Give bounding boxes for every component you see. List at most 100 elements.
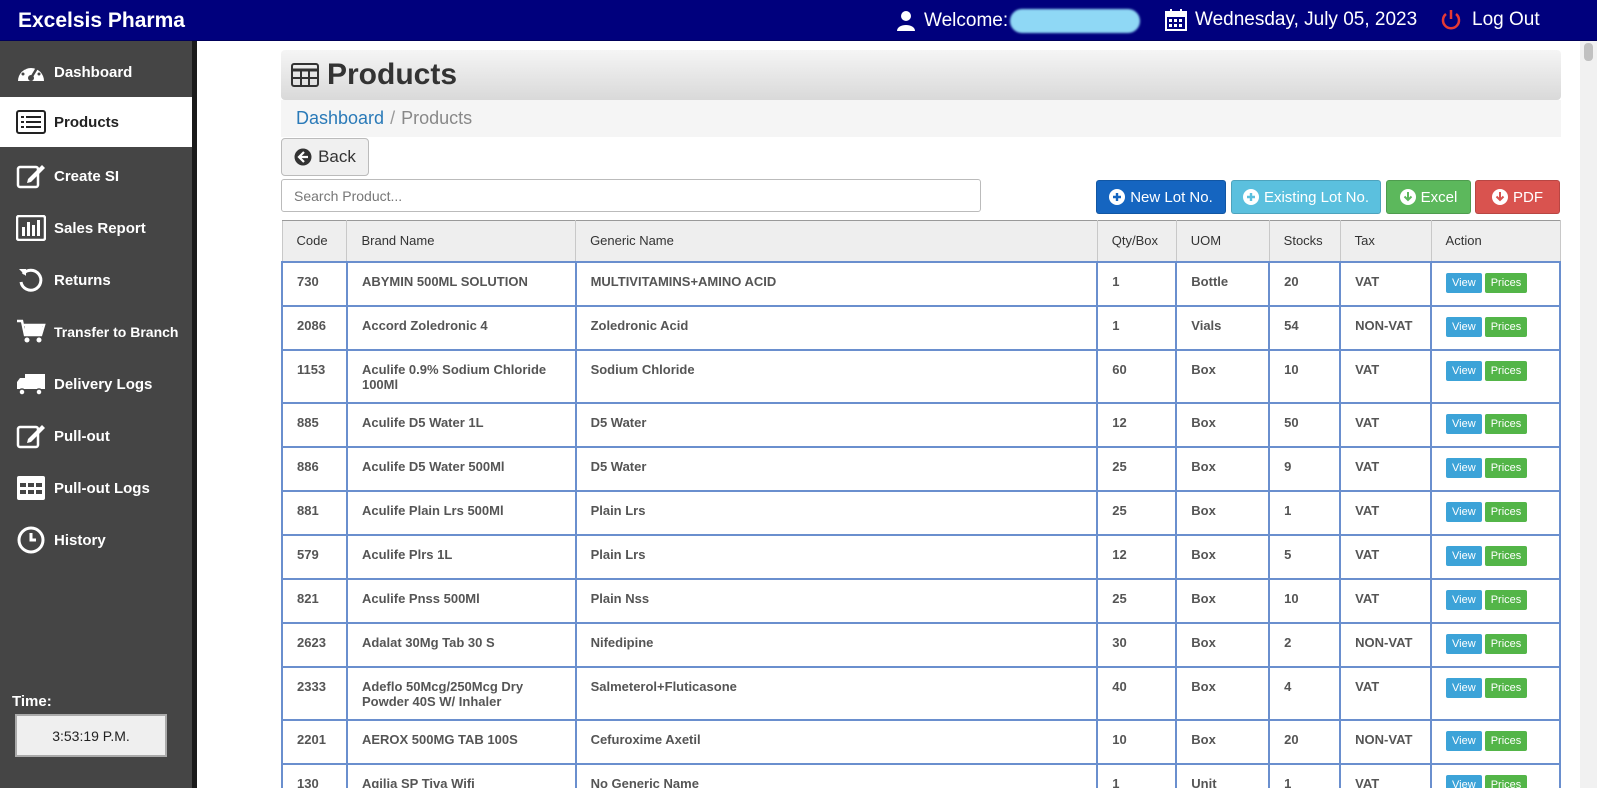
prices-button[interactable]: Prices bbox=[1484, 545, 1528, 566]
plus-circle-icon bbox=[1242, 189, 1259, 205]
prices-button[interactable]: Prices bbox=[1484, 316, 1528, 337]
truck-icon bbox=[14, 369, 48, 399]
cell-action: View Prices bbox=[1430, 489, 1561, 536]
sidebar-item-label: Create SI bbox=[54, 167, 120, 185]
column-header-qty-box[interactable]: Qty/Box bbox=[1096, 220, 1177, 262]
plus-circle-icon bbox=[1109, 189, 1126, 205]
cell-uom: Box bbox=[1175, 445, 1271, 492]
cell-qty-box: 25 bbox=[1096, 445, 1178, 492]
cell-tax: VAT bbox=[1339, 445, 1433, 492]
cell-action: View Prices bbox=[1430, 445, 1561, 492]
sidebar-item-label: Sales Report bbox=[54, 219, 146, 237]
table-row: 2623 Adalat 30Mg Tab 30 S Nifedipine 30 … bbox=[281, 621, 1561, 668]
new-lot-button[interactable]: New Lot No. bbox=[1096, 180, 1226, 214]
prices-button[interactable]: Prices bbox=[1484, 677, 1528, 698]
sidebar-item-transfer-to-branch[interactable]: Transfer to Branch bbox=[0, 307, 192, 357]
sidebar-item-sales-report[interactable]: Sales Report bbox=[0, 203, 192, 253]
prices-button[interactable]: Prices bbox=[1484, 272, 1528, 293]
cell-tax: VAT bbox=[1339, 665, 1433, 721]
view-button[interactable]: View bbox=[1446, 589, 1482, 610]
cell-code: 881 bbox=[281, 489, 348, 536]
view-button[interactable]: View bbox=[1446, 774, 1482, 788]
existing-lot-label: Existing Lot No. bbox=[1263, 188, 1370, 206]
column-header-generic-name[interactable]: Generic Name bbox=[575, 220, 1098, 262]
prices-button[interactable]: Prices bbox=[1484, 501, 1528, 522]
sidebar-item-pull-out[interactable]: Pull-out bbox=[0, 411, 192, 461]
prices-button[interactable]: Prices bbox=[1484, 413, 1528, 434]
view-button[interactable]: View bbox=[1446, 730, 1482, 751]
cell-action: View Prices bbox=[1430, 533, 1561, 580]
pdf-export-button[interactable]: PDF bbox=[1475, 180, 1560, 214]
sidebar-item-dashboard[interactable]: Dashboard bbox=[0, 47, 192, 97]
brand-title: Excelsis Pharma bbox=[18, 9, 185, 32]
prices-button[interactable]: Prices bbox=[1484, 730, 1528, 751]
table-row: 821 Aculife Pnss 500Ml Plain Nss 25 Box … bbox=[281, 577, 1561, 624]
view-button[interactable]: View bbox=[1446, 360, 1482, 381]
cell-qty-box: 40 bbox=[1096, 665, 1178, 721]
calendar-icon bbox=[1165, 9, 1187, 31]
column-header-tax[interactable]: Tax bbox=[1339, 220, 1432, 262]
sidebar-item-returns[interactable]: Returns bbox=[0, 255, 192, 305]
prices-button[interactable]: Prices bbox=[1484, 360, 1528, 381]
cell-qty-box: 1 bbox=[1096, 260, 1178, 307]
search-product-input[interactable] bbox=[281, 179, 981, 212]
sidebar-item-create-si[interactable]: Create SI bbox=[0, 151, 192, 201]
cell-brand-name: AEROX 500MG TAB 100S bbox=[345, 718, 577, 765]
view-button[interactable]: View bbox=[1446, 457, 1482, 478]
cell-brand-name: ABYMIN 500ML SOLUTION bbox=[345, 260, 577, 307]
column-header-brand-name[interactable]: Brand Name bbox=[346, 220, 577, 262]
cell-stocks: 5 bbox=[1268, 533, 1342, 580]
cell-qty-box: 60 bbox=[1096, 348, 1178, 404]
prices-button[interactable]: Prices bbox=[1484, 589, 1528, 610]
cell-action: View Prices bbox=[1430, 762, 1561, 788]
prices-button[interactable]: Prices bbox=[1484, 633, 1528, 654]
gauge-icon bbox=[14, 57, 48, 87]
existing-lot-button[interactable]: Existing Lot No. bbox=[1231, 180, 1381, 214]
cell-action: View Prices bbox=[1430, 577, 1561, 624]
scrollbar-thumb[interactable] bbox=[1584, 43, 1593, 61]
column-header-uom[interactable]: UOM bbox=[1175, 220, 1270, 262]
view-button[interactable]: View bbox=[1446, 545, 1482, 566]
cell-tax: NON-VAT bbox=[1339, 621, 1433, 668]
products-table-container: Code Brand Name Generic Name Qty/Box UOM… bbox=[281, 220, 1561, 788]
sidebar-item-delivery-logs[interactable]: Delivery Logs bbox=[0, 359, 192, 409]
prices-button[interactable]: Prices bbox=[1484, 774, 1528, 788]
column-header-stocks[interactable]: Stocks bbox=[1268, 220, 1341, 262]
excel-export-button[interactable]: Excel bbox=[1386, 180, 1471, 214]
cell-action: View Prices bbox=[1430, 348, 1561, 404]
logout-label: Log Out bbox=[1472, 9, 1540, 30]
bar-chart-icon bbox=[14, 213, 48, 243]
excel-label: Excel bbox=[1420, 188, 1458, 206]
sidebar-item-history[interactable]: History bbox=[0, 515, 192, 565]
date-text: Wednesday, July 05, 2023 bbox=[1195, 9, 1418, 30]
view-button[interactable]: View bbox=[1446, 413, 1482, 434]
sidebar-item-pull-out-logs[interactable]: Pull-out Logs bbox=[0, 463, 192, 513]
view-button[interactable]: View bbox=[1446, 677, 1482, 698]
cell-qty-box: 1 bbox=[1096, 762, 1178, 788]
cell-code: 885 bbox=[281, 401, 348, 448]
page-title: Products bbox=[327, 58, 458, 91]
column-header-action: Action bbox=[1430, 220, 1561, 262]
column-header-code[interactable]: Code bbox=[281, 220, 348, 262]
prices-button[interactable]: Prices bbox=[1484, 457, 1528, 478]
cell-generic-name: D5 Water bbox=[574, 445, 1099, 492]
cell-uom: Vials bbox=[1175, 304, 1271, 351]
view-button[interactable]: View bbox=[1446, 501, 1482, 522]
cell-code: 2623 bbox=[281, 621, 348, 668]
view-button[interactable]: View bbox=[1446, 272, 1482, 293]
view-button[interactable]: View bbox=[1446, 633, 1482, 654]
cell-generic-name: Plain Lrs bbox=[574, 533, 1099, 580]
cell-tax: VAT bbox=[1339, 533, 1433, 580]
breadcrumb-dashboard-link[interactable]: Dashboard bbox=[296, 108, 384, 129]
view-button[interactable]: View bbox=[1446, 316, 1482, 337]
sidebar-item-products[interactable]: Products bbox=[0, 97, 192, 147]
cell-tax: VAT bbox=[1339, 489, 1433, 536]
page-scrollbar[interactable] bbox=[1580, 41, 1597, 788]
sidebar-item-label: Pull-out Logs bbox=[54, 479, 150, 497]
page-header: Products bbox=[281, 50, 1561, 100]
logout-button[interactable]: Log Out bbox=[1440, 9, 1540, 31]
cell-generic-name: Sodium Chloride bbox=[574, 348, 1099, 404]
cell-uom: Box bbox=[1175, 577, 1271, 624]
time-label: Time: bbox=[12, 693, 52, 710]
back-button[interactable]: Back bbox=[281, 138, 369, 176]
